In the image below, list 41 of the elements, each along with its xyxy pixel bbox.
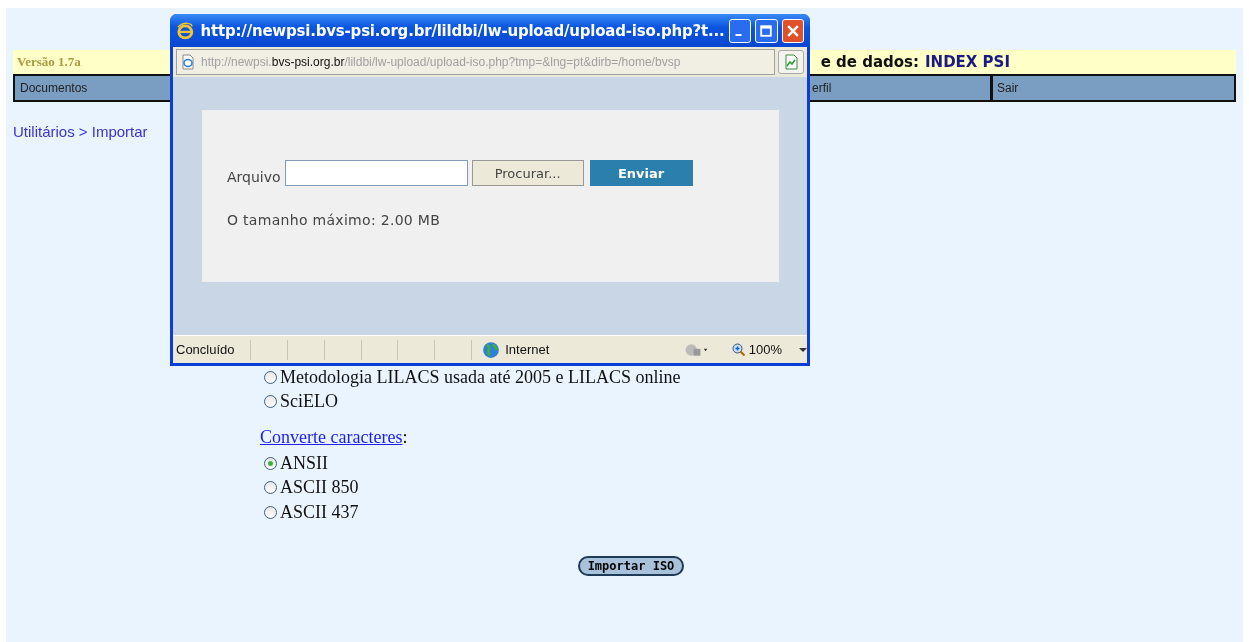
- import-button[interactable]: Importar ISO: [577, 555, 685, 576]
- file-field[interactable]: [284, 160, 468, 186]
- compatibility-button[interactable]: [778, 50, 804, 74]
- option-label: ASCII 437: [280, 501, 359, 523]
- radio-button[interactable]: [264, 456, 277, 470]
- zoom-text: 100%: [748, 342, 782, 357]
- option-label: SciELO: [280, 391, 338, 413]
- colon-text: :: [402, 427, 408, 447]
- radio-button[interactable]: [264, 505, 277, 519]
- file-label: Arquivo: [227, 169, 281, 185]
- option-label: Metodologia LILACS usada até 2005 e LILACS online: [280, 366, 681, 388]
- page-icon: [180, 54, 196, 70]
- maximize-button[interactable]: [755, 18, 778, 43]
- minimize-icon: [734, 33, 742, 36]
- close-icon: [786, 24, 799, 37]
- zoom-icon: [731, 342, 746, 357]
- send-button[interactable]: Enviar: [589, 160, 693, 186]
- window-title: http://newpsi.bvs-psi.org.br/lildbi/lw-upload/upload-iso.php?t...: [200, 21, 725, 40]
- version-label: Versão 1.7a: [17, 54, 81, 70]
- database-name: INDEX PSI: [925, 53, 1010, 71]
- zone-text: Internet: [505, 342, 550, 357]
- chart-page-icon: [783, 54, 799, 70]
- charset-link[interactable]: Converte caracteres: [260, 427, 403, 447]
- zoom-control[interactable]: 100%: [731, 342, 807, 357]
- browser-logo-icon: [176, 20, 195, 41]
- maximize-icon: [760, 24, 773, 37]
- radio-button[interactable]: [264, 370, 277, 384]
- browse-button[interactable]: Procurar...: [471, 160, 584, 186]
- nav-item[interactable]: Sair: [990, 76, 1234, 100]
- globe-icon: [482, 340, 501, 359]
- address-field[interactable]: http://newpsi.bvs-psi.org.br/lildbi/lw-upload/upload-iso.php?tmp=&lng=pt&dirb=/home/bvsp: [176, 49, 775, 75]
- option-label: ANSII: [280, 452, 328, 474]
- max-size-text: O tamanho máximo: 2.00 MB: [227, 212, 442, 228]
- minimize-button[interactable]: [728, 18, 752, 43]
- option-label: ASCII 850: [280, 477, 359, 499]
- radio-button[interactable]: [264, 395, 277, 409]
- radio-button[interactable]: [264, 481, 277, 495]
- database-label: e de dados:: [820, 53, 919, 71]
- close-button[interactable]: [781, 18, 804, 43]
- status-text: Concluído: [175, 342, 236, 357]
- caret-icon: [799, 347, 807, 352]
